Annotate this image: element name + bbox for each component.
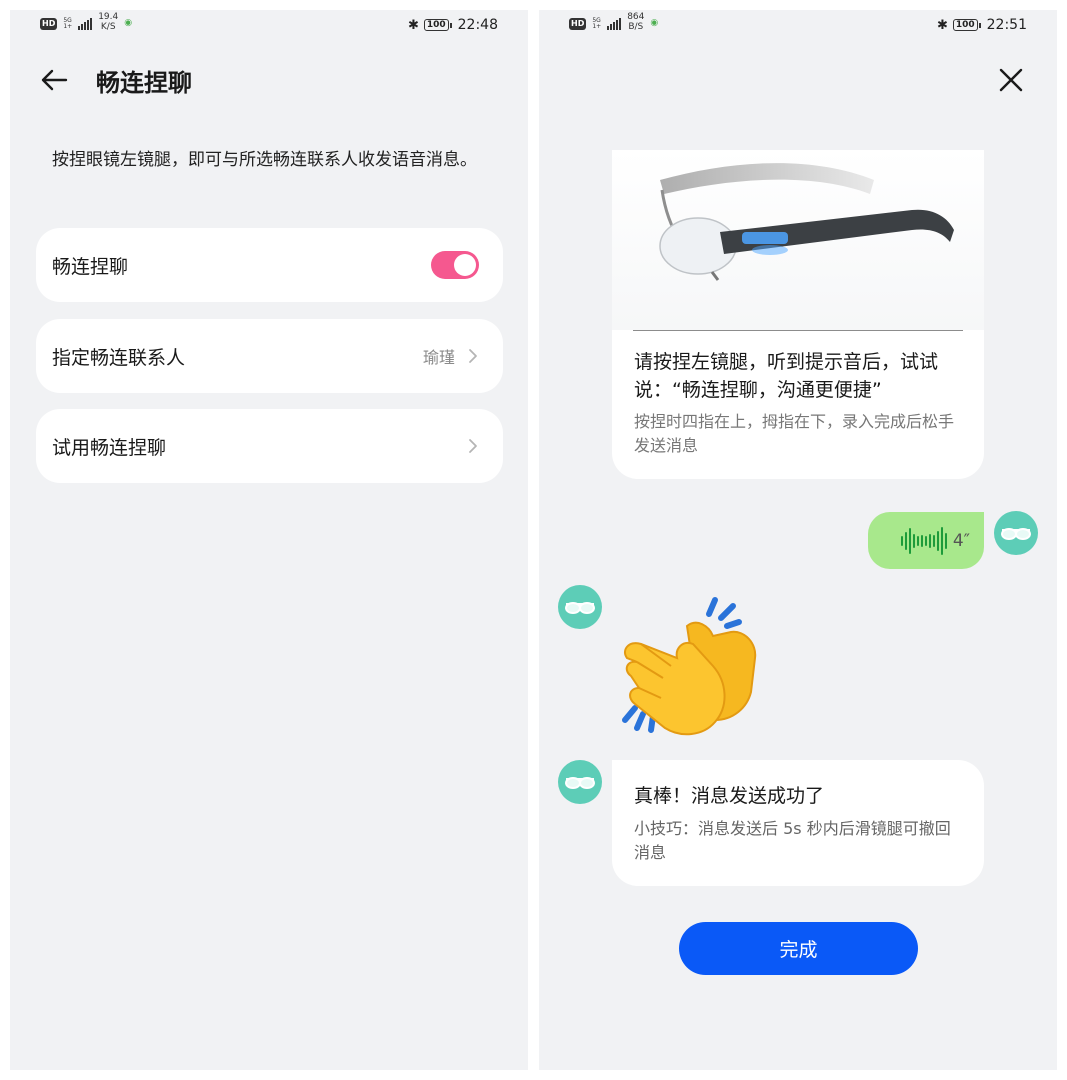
signal-icon	[78, 18, 93, 30]
clock: 22:51	[986, 17, 1027, 33]
glasses-avatar-icon	[558, 760, 602, 804]
done-button[interactable]: 完成	[679, 922, 918, 975]
voice-wave-icon	[900, 526, 947, 556]
settings-screen: HD 5G 1+ 19.4 K/S ◉ ✱ 100 22:48 畅连捏聊 按捏眼镜左…	[10, 10, 528, 1070]
wifi-icon: ◉	[124, 18, 133, 28]
back-arrow-icon[interactable]	[38, 64, 70, 96]
network-speed: 864 B/S	[627, 12, 645, 32]
enable-toggle[interactable]	[431, 251, 479, 279]
hd-badge: HD	[40, 18, 58, 30]
divider	[633, 330, 963, 331]
hd-badge: HD	[569, 18, 587, 30]
bluetooth-icon: ✱	[407, 17, 419, 33]
voice-message-bubble[interactable]: 4″	[868, 512, 984, 569]
battery-icon: 100	[952, 19, 981, 31]
setting-item-try[interactable]: 试用畅连捏聊	[36, 409, 503, 483]
network-type: 5G 1+	[63, 17, 73, 30]
setting-item-contact[interactable]: 指定畅连联系人 瑜瑾	[36, 319, 503, 393]
page-title: 畅连捏聊	[96, 68, 192, 97]
success-tip: 小技巧：消息发送后 5s 秒内后滑镜腿可撤回消息	[634, 819, 951, 862]
contact-value: 瑜瑾	[422, 348, 455, 367]
network-type: 5G 1+	[592, 17, 602, 30]
setting-item-enable[interactable]: 畅连捏聊	[36, 228, 503, 302]
clock: 22:48	[457, 17, 498, 33]
setting-label: 畅连捏聊	[52, 255, 129, 278]
signal-icon	[607, 18, 622, 30]
success-title: 真棒！消息发送成功了	[634, 785, 825, 807]
chevron-right-icon	[469, 349, 477, 363]
glasses-avatar-icon	[558, 585, 602, 629]
setting-label: 试用畅连捏聊	[52, 436, 167, 459]
network-speed: 19.4 K/S	[98, 12, 119, 32]
guide-message-card: 请按捏左镜腿，听到提示音后，试试说：“畅连捏聊，沟通更便捷” 按捏时四指在上，拇…	[612, 150, 984, 479]
smart-glasses-illustration	[612, 150, 984, 330]
navigation-bar: 畅连捏聊	[38, 60, 528, 100]
success-message-card: 真棒！消息发送成功了 小技巧：消息发送后 5s 秒内后滑镜腿可撤回消息	[612, 760, 984, 886]
status-bar: HD 5G 1+ 19.4 K/S ◉ ✱ 100 22:48	[10, 10, 528, 40]
close-icon[interactable]	[996, 65, 1026, 95]
chevron-right-icon	[469, 439, 477, 453]
bluetooth-icon: ✱	[936, 17, 948, 33]
feature-description: 按捏眼镜左镜腿，即可与所选畅连联系人收发语音消息。	[52, 150, 477, 170]
voice-duration: 4″	[952, 530, 970, 551]
wifi-icon: ◉	[650, 18, 659, 28]
glasses-avatar-icon	[994, 511, 1038, 555]
status-bar: HD 5G 1+ 864 B/S ◉ ✱ 100 22:51	[539, 10, 1057, 40]
guide-instruction: 请按捏左镜腿，听到提示音后，试试说：“畅连捏聊，沟通更便捷”	[634, 351, 939, 401]
tutorial-screen: HD 5G 1+ 864 B/S ◉ ✱ 100 22:51 请按捏左镜腿，听到…	[539, 10, 1057, 1070]
setting-label: 指定畅连联系人	[52, 346, 186, 369]
clapping-hands-emoji	[622, 597, 757, 736]
toggle-knob	[454, 254, 476, 276]
battery-icon: 100	[423, 19, 452, 31]
guide-tip: 按捏时四指在上，拇指在下，录入完成后松手发送消息	[634, 412, 955, 455]
